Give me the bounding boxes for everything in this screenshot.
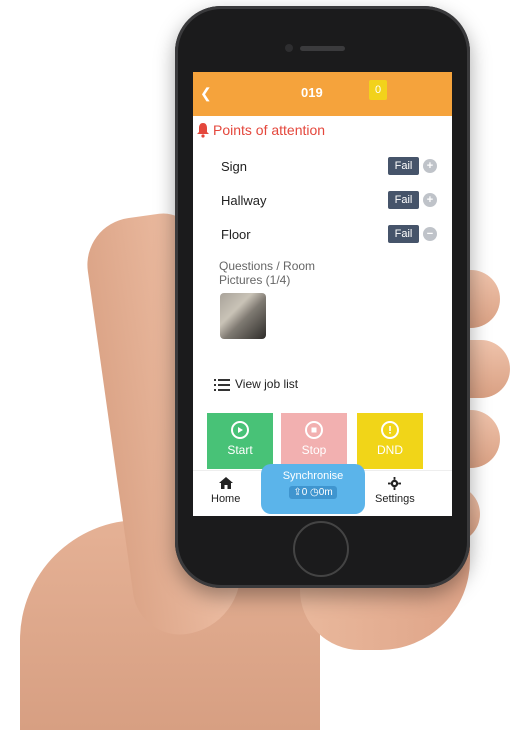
upload-count: 0 — [301, 487, 308, 498]
gear-icon — [388, 477, 402, 490]
list-icon — [214, 379, 230, 391]
synchronise-label: Synchronise — [282, 470, 344, 482]
nav-home[interactable]: Home — [211, 477, 240, 505]
nav-settings-label: Settings — [375, 493, 415, 505]
app-header: ❮ 019 0 — [193, 72, 452, 116]
fail-button[interactable]: Fail — [388, 225, 419, 243]
minus-circle-icon[interactable]: − — [423, 227, 437, 241]
sync-stats: ⇪0 ◷0m — [289, 486, 337, 499]
questions-label: Questions / Room — [219, 259, 316, 273]
plus-circle-icon[interactable]: + — [423, 193, 437, 207]
stop-label: Stop — [301, 443, 327, 457]
pictures-label: Pictures (1/4) — [219, 273, 291, 287]
item-label: Floor — [221, 227, 251, 242]
nav-settings[interactable]: Settings — [375, 477, 415, 505]
count-badge: 0 — [369, 80, 387, 100]
camera — [285, 44, 293, 52]
clock-icon: ◷ — [310, 487, 319, 498]
upload-icon: ⇪ — [293, 487, 302, 498]
bell-icon — [197, 123, 209, 138]
stop-button[interactable]: Stop — [281, 413, 347, 469]
synchronise-button[interactable]: Synchronise ⇪0 ◷0m — [261, 464, 365, 514]
photo-thumbnail[interactable] — [220, 293, 266, 339]
plus-circle-icon[interactable]: + — [423, 159, 437, 173]
stop-icon — [305, 421, 323, 439]
checklist-row-hallway: Hallway Fail + — [221, 191, 443, 211]
phone-device: ❮ 019 0 Points of attention Sign Fail + … — [175, 6, 470, 588]
back-icon[interactable]: ❮ — [200, 86, 212, 100]
page-title: 019 — [301, 85, 323, 100]
start-label: Start — [227, 443, 253, 457]
checklist-row-sign: Sign Fail + — [221, 157, 443, 177]
sync-duration: 0m — [318, 487, 333, 498]
item-label: Sign — [221, 159, 248, 174]
fail-button[interactable]: Fail — [388, 191, 419, 209]
home-icon — [218, 477, 233, 489]
start-button[interactable]: Start — [207, 413, 273, 469]
play-icon — [231, 421, 249, 439]
item-label: Hallway — [221, 193, 267, 208]
view-job-list-link[interactable]: View job list — [235, 377, 298, 391]
dnd-label: DND — [377, 443, 403, 457]
app-screen: ❮ 019 0 Points of attention Sign Fail + … — [193, 72, 452, 516]
dnd-button[interactable]: DND — [357, 413, 423, 469]
alert-icon — [381, 421, 399, 439]
questions-pictures-label: Questions / Room Pictures (1/4) — [219, 259, 315, 287]
nav-home-label: Home — [211, 493, 241, 505]
fail-button[interactable]: Fail — [388, 157, 419, 175]
section-title: Points of attention — [213, 122, 326, 138]
phone-home-button — [293, 521, 349, 577]
checklist-row-floor: Floor Fail − — [221, 225, 443, 245]
speaker — [300, 46, 345, 51]
